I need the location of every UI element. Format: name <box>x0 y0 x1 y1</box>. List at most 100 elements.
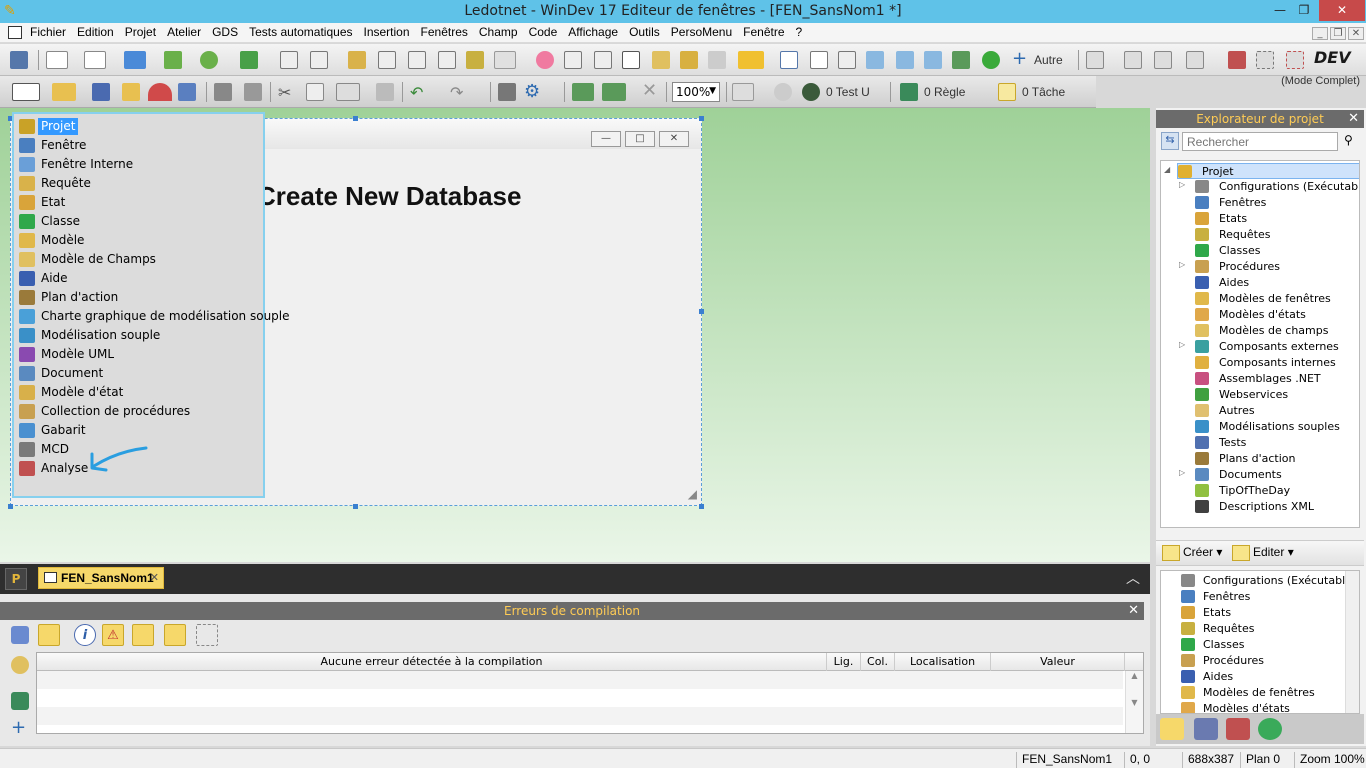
explorer-search-input[interactable] <box>1182 132 1338 151</box>
go-project-icon[interactable] <box>602 83 626 101</box>
test-count-label[interactable]: 0 Test U <box>826 85 870 99</box>
shield-tab-icon[interactable] <box>1194 718 1218 740</box>
print-icon[interactable] <box>214 83 232 101</box>
agenda-field-icon[interactable] <box>652 51 670 69</box>
table-scrollbar[interactable]: ▲ ▼ <box>1125 671 1143 733</box>
tab-close-icon[interactable]: ✕ <box>150 571 159 584</box>
rating-field-icon[interactable] <box>738 51 764 69</box>
align-grid-icon[interactable] <box>498 83 516 101</box>
vertical-scrollbar[interactable] <box>1345 571 1359 713</box>
filter-icon[interactable] <box>164 624 186 646</box>
progress-field-icon[interactable] <box>494 51 516 69</box>
web-camera-field-icon[interactable] <box>982 51 1000 69</box>
collapse-icon[interactable]: ◢ <box>1164 165 1174 174</box>
column-header-valeur[interactable]: Valeur <box>991 653 1125 671</box>
web-tab-icon[interactable] <box>1258 718 1282 740</box>
restore-button[interactable]: ❐ <box>1290 0 1318 21</box>
format-brush-icon[interactable] <box>376 83 394 101</box>
radio-field-icon[interactable] <box>200 51 218 69</box>
search-tab-icon[interactable] <box>1160 718 1184 740</box>
collapse-pane-icon[interactable]: ︿ <box>1126 568 1140 588</box>
menu-code[interactable]: Code <box>529 25 566 39</box>
test-play-icon[interactable] <box>732 83 754 101</box>
designed-window-close[interactable]: ✕ <box>659 131 689 147</box>
error-filter-icon[interactable] <box>132 624 154 646</box>
redo-icon[interactable]: ↷ <box>450 83 474 102</box>
menu-fenetre[interactable]: Fenêtre <box>743 25 792 39</box>
selection-handle[interactable] <box>353 504 358 509</box>
menu-item-projet[interactable]: Projet <box>18 117 262 136</box>
tab-order-icon[interactable] <box>1286 51 1304 69</box>
menu-item-charte-graphique-de-modelisation-souple[interactable]: Charte graphique de modélisation souple <box>18 307 290 326</box>
paste-icon[interactable] <box>336 83 360 101</box>
tab-field-icon[interactable] <box>838 51 856 69</box>
treeview-field-icon[interactable] <box>438 51 456 69</box>
menu-tests-automatiques[interactable]: Tests automatiques <box>249 25 360 39</box>
analysis-tab-icon[interactable] <box>1226 718 1250 740</box>
designed-window-minimize[interactable]: — <box>591 131 621 147</box>
menu-affichage[interactable]: Affichage <box>568 25 626 39</box>
menu-item-modele-d-etat[interactable]: Modèle d'état <box>18 383 262 402</box>
menu-item-etat[interactable]: Etat <box>18 193 262 212</box>
anchor-icon[interactable] <box>1256 51 1274 69</box>
zoom-select[interactable]: 100% ▼ <box>672 82 720 102</box>
column-header-localisation[interactable]: Localisation <box>895 653 991 671</box>
table-field-icon[interactable] <box>348 51 366 69</box>
menu-item-plan-d-action[interactable]: Plan d'action <box>18 288 262 307</box>
button-field-icon[interactable] <box>124 51 146 69</box>
menu-item-aide[interactable]: Aide <box>18 269 262 288</box>
menu-fichier[interactable]: Fichier <box>30 25 74 39</box>
table-row[interactable] <box>37 707 1123 725</box>
select-icon[interactable] <box>196 624 218 646</box>
menu-item-gabarit[interactable]: Gabarit <box>18 421 262 440</box>
rule-icon[interactable] <box>900 83 918 101</box>
supercontrol-field-icon[interactable] <box>810 51 828 69</box>
dashboard-field-icon[interactable] <box>924 51 942 69</box>
debug-icon[interactable] <box>11 656 29 674</box>
menu-fenetres[interactable]: Fenêtres <box>421 25 476 39</box>
mdi-restore-button[interactable]: ❐ <box>1330 27 1346 40</box>
checkbox-field-icon[interactable] <box>240 51 258 69</box>
expand-icon[interactable]: ▷ <box>1179 340 1189 349</box>
explorer-close-icon[interactable]: ✕ <box>1348 110 1359 128</box>
stop-debug-icon[interactable]: ✕ <box>642 82 660 101</box>
binoculars-icon[interactable]: ⚲ <box>1344 133 1360 149</box>
edit-field-icon[interactable] <box>46 51 68 69</box>
print-preview-icon[interactable] <box>244 83 262 101</box>
column-header-lig[interactable]: Lig. <box>827 653 861 671</box>
menu-champ[interactable]: Champ <box>479 25 526 39</box>
go-icon[interactable] <box>572 83 594 101</box>
sync-icon[interactable]: ⇆ <box>1161 132 1179 150</box>
menu-outils[interactable]: Outils <box>629 25 668 39</box>
group-icon[interactable] <box>1154 51 1172 69</box>
column-header-aucune-erreur-detectee-a[interactable]: Aucune erreur détectée à la compilation <box>37 653 827 671</box>
organizer-field-icon[interactable] <box>466 51 484 69</box>
toolbar-field-icon[interactable] <box>866 51 884 69</box>
settings-gear-icon[interactable]: ⚙ <box>524 83 548 101</box>
table-row[interactable] <box>37 689 1123 707</box>
menu-item-modele-de-champs[interactable]: Modèle de Champs <box>18 250 262 269</box>
tree-field-icon[interactable] <box>408 51 426 69</box>
slider-field-icon[interactable] <box>708 51 726 69</box>
tree-root-projet[interactable]: ◢ Projet <box>1164 163 1359 179</box>
menu-item-requete[interactable]: Requête <box>18 174 262 193</box>
undo-icon[interactable]: ↶ <box>410 83 434 102</box>
style-icon[interactable] <box>1086 51 1104 69</box>
project-icon[interactable] <box>122 83 140 101</box>
window-icon[interactable] <box>178 83 196 101</box>
rule-count-label[interactable]: 0 Règle <box>924 85 965 99</box>
editer-button[interactable]: Editer ▾ <box>1232 545 1294 561</box>
html-field-icon[interactable] <box>680 51 698 69</box>
eye-icon[interactable] <box>10 51 28 69</box>
task-icon[interactable] <box>998 83 1016 101</box>
mdi-minimize-button[interactable]: _ <box>1312 27 1328 40</box>
rule-side-icon[interactable] <box>11 692 29 710</box>
creer-button[interactable]: Créer ▾ <box>1162 545 1222 561</box>
separator-field-icon[interactable] <box>896 51 914 69</box>
expand-icon[interactable]: ▷ <box>1179 468 1189 477</box>
save-icon[interactable] <box>92 83 110 101</box>
scheduler-field-icon[interactable] <box>564 51 582 69</box>
autre-label[interactable]: Autre <box>1034 53 1063 67</box>
layers-icon[interactable] <box>1186 51 1204 69</box>
menu-item-modele[interactable]: Modèle <box>18 231 262 250</box>
